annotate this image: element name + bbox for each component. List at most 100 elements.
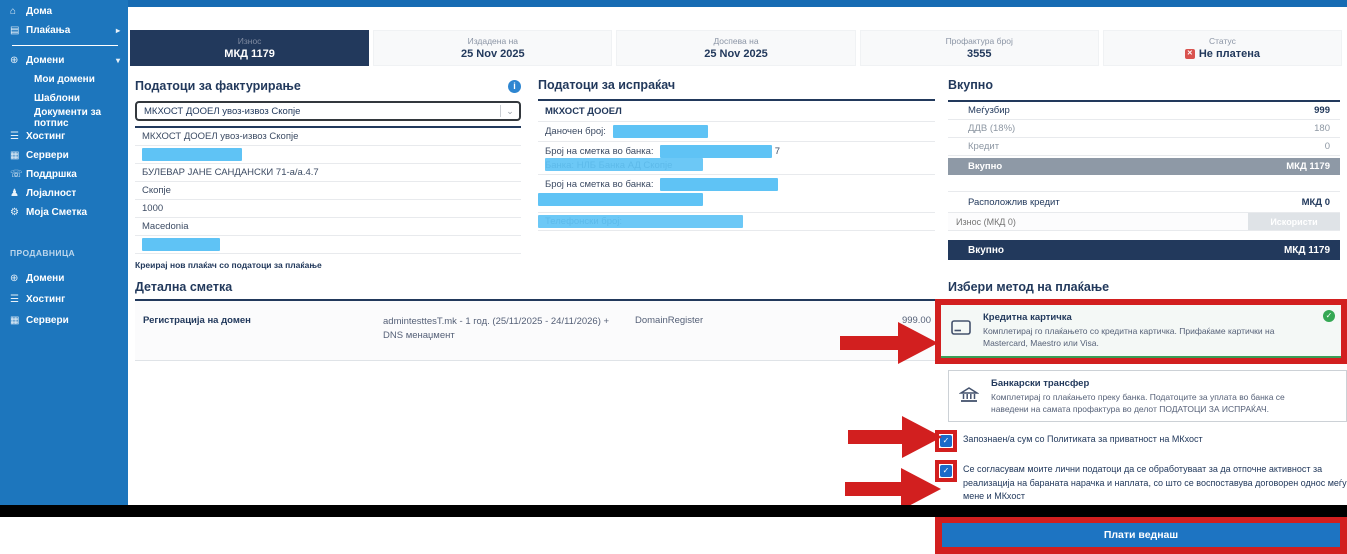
sidebar-item-label: Поддршка	[26, 169, 77, 180]
grand-total-bar: Вкупно МКД 1179	[948, 240, 1340, 260]
detail-item-name: Регистрација на домен	[143, 315, 383, 344]
sidebar-item-home[interactable]: ⌂ Дома	[0, 2, 128, 21]
sidebar-item-label: Домени	[26, 55, 64, 66]
summary-card-due: Доспева на 25 Nov 2025	[616, 30, 855, 66]
billing-zip-row: 1000	[135, 200, 521, 218]
home-icon: ⌂	[10, 6, 26, 17]
privacy-policy-checkbox-row: ✓ Запознаен/а сум со Политиката за прива…	[935, 430, 1347, 452]
detail-item-description: admintesttesT.mk - 1 год. (25/11/2025 - …	[383, 315, 623, 344]
billing-profile-selected-value: МКХОСТ ДООЕЛ увоз-извоз Скопје	[144, 106, 300, 117]
card-value: МКД 1179	[224, 48, 275, 60]
billing-title: Податоци за фактурирање	[135, 79, 301, 93]
sidebar-item-support[interactable]: ☏ Поддршка	[0, 165, 128, 184]
summary-card-issued: Издадена на 25 Nov 2025	[373, 30, 612, 66]
sidebar-item-label: Документи за потпис	[34, 107, 120, 129]
sidebar-item-shop-hosting[interactable]: ☰ Хостинг	[0, 289, 128, 310]
billing-redacted-row	[135, 146, 521, 164]
sidebar-item-payments[interactable]: ▤ Плаќања ▸	[0, 21, 128, 40]
billing-details-list: МКХОСТ ДООЕЛ увоз-извоз Скопје БУЛЕВАР Ј…	[135, 126, 521, 254]
billing-company-row: МКХОСТ ДООЕЛ увоз-извоз Скопје	[135, 128, 521, 146]
sidebar-item-domains[interactable]: ⊕ Домени ▾	[0, 51, 128, 70]
info-icon[interactable]: i	[508, 80, 521, 93]
caret-down-icon: ▾	[116, 56, 120, 65]
card-label: Износ	[238, 36, 262, 46]
totals-section: Вкупно Меѓузбир 999 ДДВ (18%) 180 Кредит…	[948, 78, 1340, 260]
billing-section: Податоци за фактурирање i МКХОСТ ДООЕЛ у…	[135, 78, 521, 270]
sender-phone-row: Телефонски број:	[538, 213, 935, 231]
sidebar-item-label: Плаќања	[26, 25, 70, 36]
detail-section: Детална сметка Регистрација на домен adm…	[135, 280, 943, 361]
sidebar-item-shop-servers[interactable]: ▦ Сервери	[0, 310, 128, 331]
sidebar-item-shop-domains[interactable]: ⊕ Домени	[0, 268, 128, 289]
sidebar-item-my-account[interactable]: ⚙ Моја Сметка	[0, 203, 128, 222]
available-credit-row: Расположлив кредит МКД 0	[948, 191, 1340, 213]
totals-title: Вкупно	[948, 78, 1340, 102]
credit-row: Кредит 0	[948, 138, 1340, 156]
billing-profile-select[interactable]: МКХОСТ ДООЕЛ увоз-извоз Скопје ⌄	[135, 101, 521, 121]
sidebar-item-label: Шаблони	[34, 93, 80, 104]
status-badge: Не платена	[1199, 48, 1260, 60]
sidebar-item-label: Хостинг	[26, 131, 65, 142]
sidebar-section-shop: ПРОДАВНИЦА	[0, 248, 128, 258]
sidebar-item-servers[interactable]: ▦ Сервери	[0, 146, 128, 165]
sidebar-item-label: Сервери	[26, 150, 69, 161]
sidebar-divider	[12, 45, 118, 46]
summary-card-invoice-number: Профактура број 3555	[860, 30, 1099, 66]
main-content: Износ МКД 1179 Издадена на 25 Nov 2025 Д…	[128, 0, 1347, 505]
credit-card-icon	[951, 312, 973, 350]
card-value: 25 Nov 2025	[704, 48, 768, 60]
sidebar-item-label: Домени	[26, 273, 64, 284]
sidebar-item-hosting[interactable]: ☰ Хостинг	[0, 127, 128, 146]
globe-icon: ⊕	[10, 273, 26, 284]
redaction-bar-overlay	[545, 158, 703, 171]
card-label: Профактура број	[946, 36, 1013, 46]
total-bar: Вкупно МКД 1179	[948, 158, 1340, 175]
data-processing-checkbox-row: ✓ Се согласувам моите лични податоци да …	[935, 460, 1347, 504]
use-credit-button[interactable]: Искористи	[1248, 213, 1340, 230]
selected-check-icon: ✓	[1323, 310, 1335, 322]
invoice-icon: ▤	[10, 25, 26, 36]
sender-bank-account-row-1: Број на сметка во банка: 7 Банка: НЛБ Ба…	[538, 142, 935, 175]
sidebar-item-label: Моја Сметка	[26, 207, 87, 218]
sender-section: Податоци за испраќач МКХОСТ ДООЕЛ Даноче…	[538, 78, 935, 231]
create-payer-link[interactable]: Креирај нов плаќач со податоци за плаќањ…	[135, 260, 521, 270]
billing-country-row: Macedonia	[135, 218, 521, 236]
globe-icon: ⊕	[10, 55, 26, 66]
summary-card-status: Статус ✕ Не платена	[1103, 30, 1342, 66]
redaction-bar	[613, 125, 708, 138]
sidebar-item-label: Дома	[26, 6, 52, 17]
sidebar-item-loyalty[interactable]: ♟ Лојалност	[0, 184, 128, 203]
credit-amount-input[interactable]	[948, 213, 1248, 230]
sidebar-item-my-domains[interactable]: Мои домени	[0, 70, 128, 89]
data-processing-checkbox[interactable]: ✓	[940, 465, 952, 477]
payment-method-bank-transfer[interactable]: Банкарски трансфер Комплетирај го плаќањ…	[948, 370, 1347, 423]
detail-title: Детална сметка	[135, 280, 943, 301]
sidebar-item-label: Сервери	[26, 315, 69, 326]
redaction-bar	[660, 178, 778, 191]
sidebar-item-templates[interactable]: Шаблони	[0, 89, 128, 108]
support-icon: ☏	[10, 169, 26, 180]
sidebar-item-signing-documents[interactable]: Документи за потпис	[0, 108, 128, 127]
card-value: 3555	[967, 48, 991, 60]
billing-address-row: БУЛЕВАР ЈАНЕ САНДАНСКИ 71-а/а.4.7	[135, 164, 521, 182]
hosting-icon: ☰	[10, 294, 26, 305]
privacy-policy-label: Запознаен/а сум со Политиката за приватн…	[963, 430, 1203, 447]
top-accent-bar	[128, 0, 1347, 7]
card-value: 25 Nov 2025	[461, 48, 525, 60]
method-name: Кредитна картичка	[983, 312, 1333, 323]
redaction-bar	[142, 238, 220, 251]
payment-method-credit-card[interactable]: Кредитна картичка Комплетирај го плаќање…	[941, 305, 1341, 358]
sender-title: Податоци за испраќач	[538, 78, 935, 92]
annotation-box-credit-card: Кредитна картичка Комплетирај го плаќање…	[935, 299, 1347, 364]
bank-icon	[959, 378, 981, 416]
vat-row: ДДВ (18%) 180	[948, 120, 1340, 138]
detail-item-type: DomainRegister	[623, 315, 823, 344]
annotation-box-pay-button: Плати веднаш	[935, 516, 1347, 554]
method-description: Комплетирај го плаќањето преку банка. По…	[991, 391, 1338, 416]
sidebar-item-label: Лојалност	[26, 188, 76, 199]
pay-now-button[interactable]: Плати веднаш	[942, 523, 1340, 547]
redaction-bar	[538, 193, 703, 206]
sidebar-item-label: Мои домени	[34, 74, 95, 85]
bottom-black-strip	[0, 505, 1347, 517]
sidebar: ⌂ Дома ▤ Плаќања ▸ ⊕ Домени ▾ Мои домени…	[0, 0, 128, 505]
